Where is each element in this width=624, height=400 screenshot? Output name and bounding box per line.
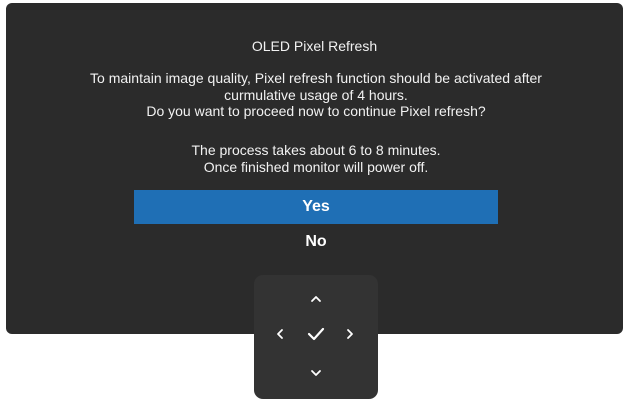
chevron-right-icon[interactable] (338, 322, 362, 346)
dialog-message: To maintain image quality, Pixel refresh… (66, 70, 566, 120)
joystick-controls (254, 275, 378, 399)
dialog-title: OLED Pixel Refresh (251, 38, 378, 54)
dialog-note: The process takes about 6 to 8 minutes. … (66, 142, 566, 175)
no-option[interactable]: No (134, 225, 498, 259)
message-line: To maintain image quality, Pixel refresh… (90, 70, 542, 86)
note-line: Once finished monitor will power off. (203, 158, 429, 175)
message-line: Do you want to proceed now to continue P… (146, 103, 486, 119)
chevron-left-icon[interactable] (268, 322, 292, 346)
message-line: curmulative usage of 4 hours. (224, 86, 408, 103)
note-line: The process takes about 6 to 8 minutes. (191, 142, 441, 158)
checkmark-icon[interactable] (303, 322, 329, 346)
chevron-up-icon[interactable] (304, 287, 328, 311)
yes-option[interactable]: Yes (134, 190, 498, 224)
chevron-down-icon[interactable] (304, 361, 328, 385)
